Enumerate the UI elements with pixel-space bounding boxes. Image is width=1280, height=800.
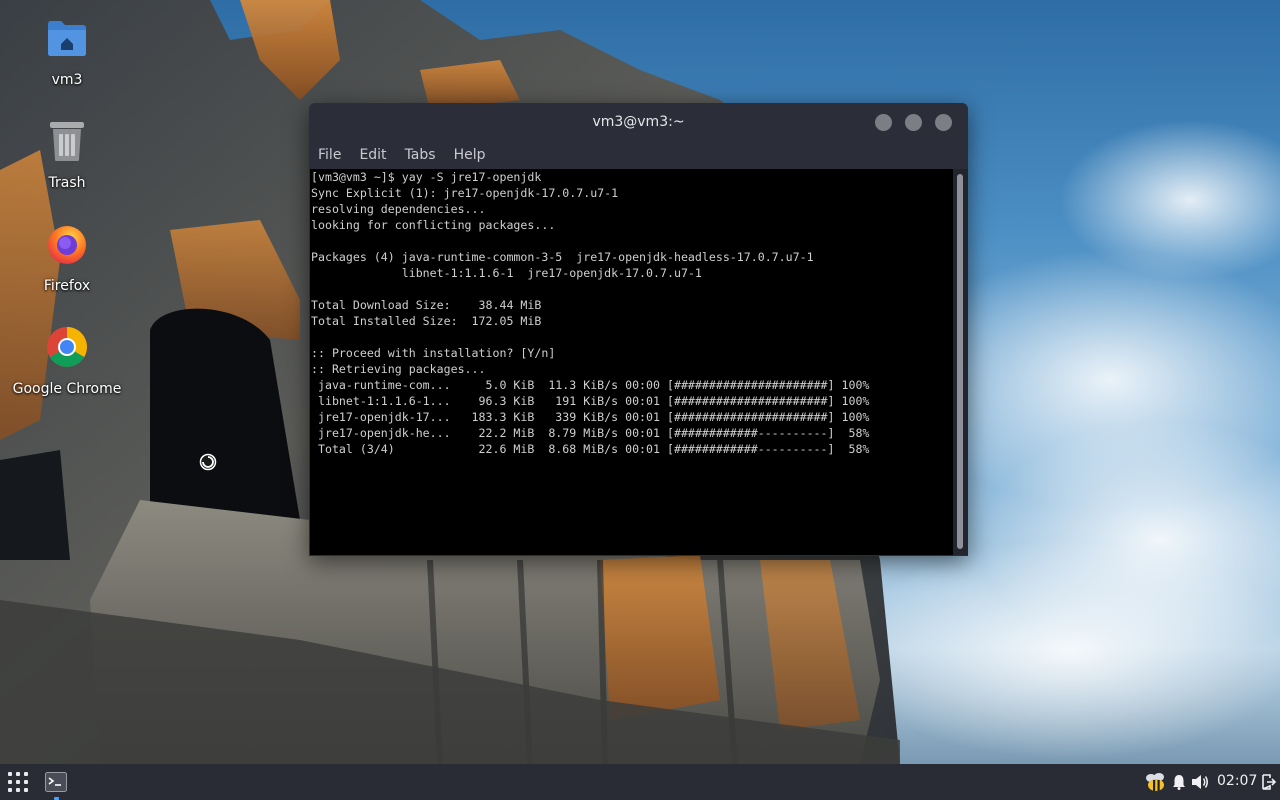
app-menu-button[interactable] — [8, 772, 28, 792]
tray-volume[interactable] — [1190, 772, 1210, 792]
terminal-window[interactable]: vm3@vm3:~ File Edit Tabs Help [vm3@vm3 ~… — [309, 103, 968, 556]
tray-notifications[interactable] — [1170, 772, 1188, 792]
terminal-line: Sync Explicit (1): jre17-openjdk-17.0.7.… — [311, 186, 619, 200]
scrollbar-thumb[interactable] — [957, 174, 963, 549]
terminal-line: jre17-openjdk-17... 183.3 KiB 339 KiB/s … — [311, 410, 870, 424]
home-folder-icon — [45, 16, 89, 60]
desktop-icon-label: Trash — [48, 175, 86, 191]
minimize-button[interactable] — [875, 114, 892, 131]
terminal-line: jre17-openjdk-he... 22.2 MiB 8.79 MiB/s … — [311, 426, 870, 440]
desktop-icon-label: Firefox — [43, 278, 91, 294]
bell-icon — [1173, 775, 1185, 790]
desktop-icon-chrome[interactable]: Google Chrome — [12, 325, 122, 397]
terminal-line: :: Retrieving packages... — [311, 362, 486, 376]
taskbar: 02:07 — [0, 764, 1280, 800]
menu-help[interactable]: Help — [445, 147, 495, 163]
grid-dot — [24, 788, 28, 792]
desktop-icon-trash[interactable]: Trash — [12, 119, 122, 191]
maximize-button[interactable] — [905, 114, 922, 131]
grid-dot — [16, 780, 20, 784]
grid-dot — [8, 788, 12, 792]
menu-tabs[interactable]: Tabs — [396, 147, 445, 163]
window-titlebar[interactable]: vm3@vm3:~ — [309, 103, 968, 141]
terminal-line: java-runtime-com... 5.0 KiB 11.3 KiB/s 0… — [311, 378, 870, 392]
grid-dot — [8, 772, 12, 776]
terminal-output[interactable]: [vm3@vm3 ~]$ yay -S jre17-openjdk Sync Ex… — [310, 169, 953, 555]
bee-icon — [1146, 773, 1164, 791]
busy-cursor-icon — [199, 453, 217, 471]
terminal-line: resolving dependencies... — [311, 202, 486, 216]
desktop-icon-label: Google Chrome — [12, 381, 122, 397]
terminal-text: [vm3@vm3 ~]$ yay -S jre17-openjdk Sync Ex… — [310, 169, 953, 457]
grid-dot — [16, 788, 20, 792]
terminal-icon — [45, 772, 67, 792]
terminal-line: libnet-1:1.1.6-1 jre17-openjdk-17.0.7.u7… — [311, 266, 702, 280]
terminal-line: looking for conflicting packages... — [311, 218, 556, 232]
desktop-icon-firefox[interactable]: Firefox — [12, 222, 122, 294]
menu-file[interactable]: File — [309, 147, 350, 163]
terminal-line: :: Proceed with installation? [Y/n] — [311, 346, 556, 360]
firefox-icon — [45, 222, 89, 266]
logout-icon — [1262, 774, 1276, 790]
close-button[interactable] — [935, 114, 952, 131]
grid-dot — [16, 772, 20, 776]
menu-edit[interactable]: Edit — [350, 147, 395, 163]
taskbar-terminal-button[interactable] — [42, 768, 70, 800]
desktop-icon-label: vm3 — [51, 72, 83, 88]
grid-dot — [24, 772, 28, 776]
terminal-line: Packages (4) java-runtime-common-3-5 jre… — [311, 250, 814, 264]
window-title: vm3@vm3:~ — [592, 114, 685, 130]
terminal-scrollbar[interactable] — [953, 169, 968, 555]
terminal-line: Total Download Size: 38.44 MiB — [311, 298, 542, 312]
menu-bar: File Edit Tabs Help — [309, 141, 968, 169]
tray-logout[interactable] — [1261, 772, 1277, 792]
clock[interactable]: 02:07 — [1217, 773, 1257, 789]
terminal-line: Total (3/4) 22.6 MiB 8.68 MiB/s 00:01 [#… — [311, 442, 870, 456]
tray-bee[interactable] — [1144, 772, 1168, 792]
terminal-line: Total Installed Size: 172.05 MiB — [311, 314, 542, 328]
grid-dot — [24, 780, 28, 784]
grid-dot — [8, 780, 12, 784]
volume-icon — [1192, 775, 1208, 789]
chrome-icon — [45, 325, 89, 369]
desktop-icon-home[interactable]: vm3 — [12, 16, 122, 88]
terminal-line: [vm3@vm3 ~]$ yay -S jre17-openjdk — [311, 170, 542, 184]
trash-icon — [45, 119, 89, 163]
terminal-line: libnet-1:1.1.6-1... 96.3 KiB 191 KiB/s 0… — [311, 394, 870, 408]
